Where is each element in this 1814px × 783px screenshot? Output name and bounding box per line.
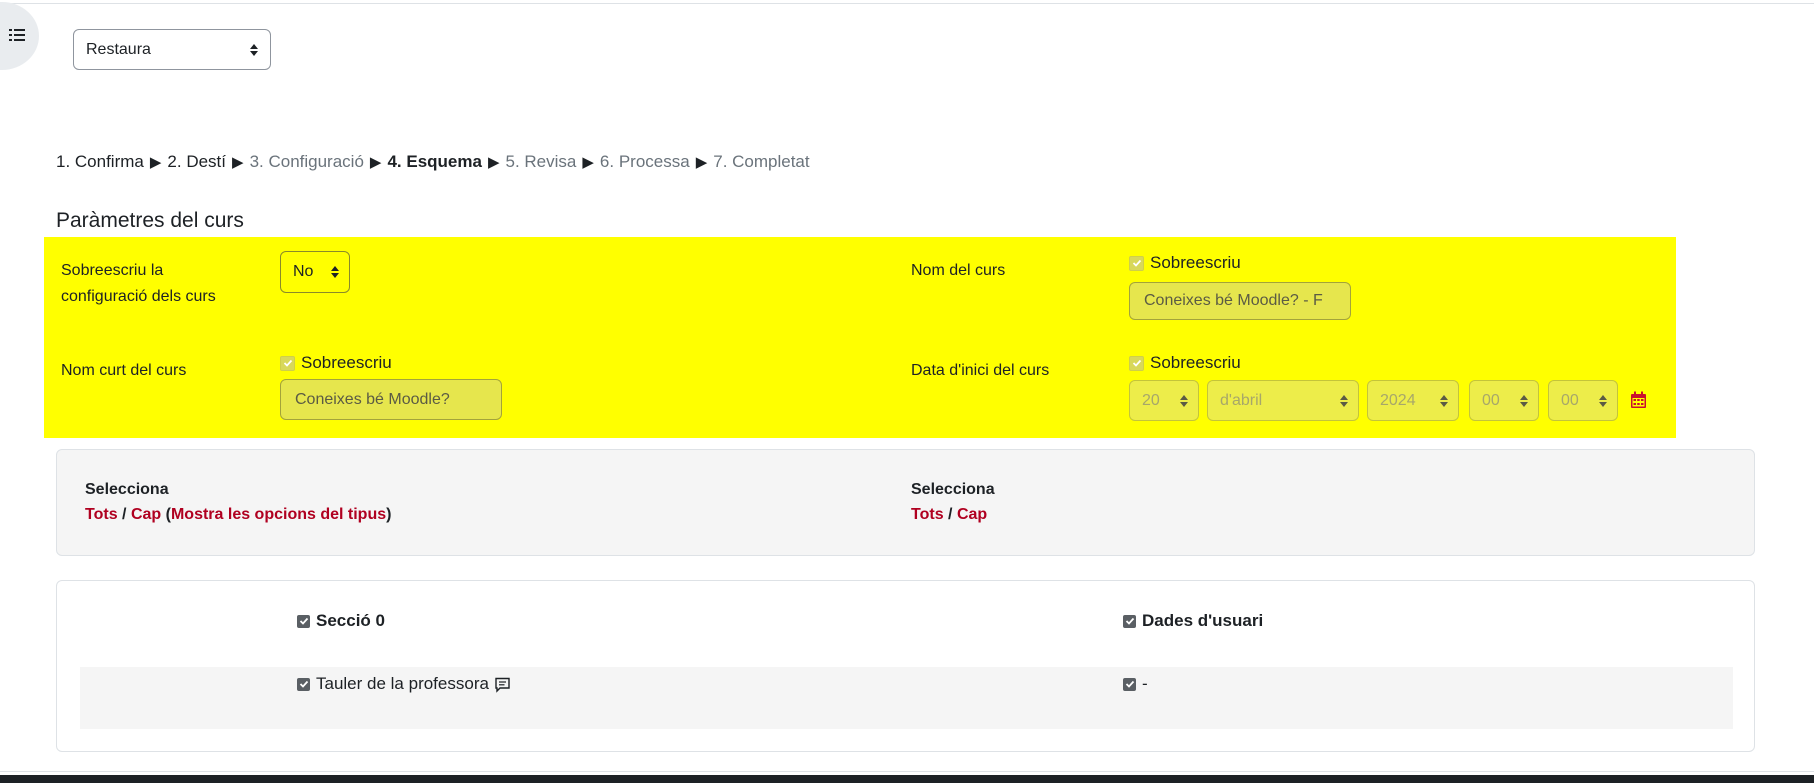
step-5: 5. Revisa [505,152,577,171]
start-month-select[interactable]: d'abril [1207,380,1359,421]
step-2: 2. Destí [167,152,227,171]
sort-caret-icon [1440,394,1448,407]
start-year-value: 2024 [1380,391,1416,409]
bottom-divider [0,771,1814,772]
step-3: 3. Configuració [249,152,364,171]
separator: / [948,506,953,523]
start-day-select[interactable]: 20 [1129,380,1199,421]
list-icon [9,26,25,47]
select-options-panel [56,449,1755,556]
start-date-overwrite-label: Sobreescriu [1150,353,1241,372]
start-hour-select[interactable]: 00 [1469,380,1539,421]
step-arrow-icon: ▶ [582,154,594,171]
forum-comment-icon [494,676,511,693]
course-index-toggle-button[interactable] [0,2,39,70]
start-minute-value: 00 [1561,391,1579,409]
overwrite-config-value: No [293,263,314,280]
course-settings-title: Paràmetres del curs [56,209,244,232]
step-4: 4. Esquema [387,152,482,171]
step-6: 6. Processa [599,152,690,171]
section-0-user-data-checkbox[interactable]: Dades d'usuari [1123,611,1263,631]
start-month-value: d'abril [1220,391,1263,409]
separator: / [122,506,127,523]
footer-bar [0,775,1814,783]
select-links-right: Tots / Cap [911,506,987,524]
select-all-link[interactable]: Tots [85,506,118,523]
start-hour-value: 00 [1482,391,1500,409]
course-name-label: Nom del curs [911,262,1006,279]
start-day-value: 20 [1142,391,1160,409]
section-0-label: Secció 0 [316,611,385,630]
activity-checkbox[interactable]: Tauler de la professora [297,674,511,694]
select-links-left: Tots / Cap (Mostra les opcions del tipus… [85,506,391,524]
course-name-overwrite-checkbox[interactable]: Sobreescriu [1129,253,1241,273]
check-icon [1123,614,1136,628]
short-name-overwrite-checkbox[interactable]: Sobreescriu [280,353,392,373]
section-0-checkbox[interactable]: Secció 0 [297,611,385,631]
check-icon [280,355,295,371]
select-all-user-data-link[interactable]: Tots [911,506,944,523]
start-date-label: Data d'inici del curs [911,362,1050,379]
step-arrow-icon: ▶ [232,154,244,171]
check-icon [1123,677,1136,691]
sort-caret-icon [331,266,339,278]
activity-user-data-label: - [1142,674,1148,693]
short-name-overwrite-label: Sobreescriu [301,353,392,372]
select-none-user-data-link[interactable]: Cap [957,506,987,523]
step-arrow-icon: ▶ [369,154,382,171]
start-minute-select[interactable]: 00 [1548,380,1618,421]
top-divider [0,3,1814,4]
select-none-link[interactable]: Cap [131,506,161,523]
overwrite-config-label: Sobreescriu la configuració dels curs [61,262,216,305]
sort-caret-icon [250,43,258,56]
paren: ) [386,506,392,523]
activity-label: Tauler de la professora [316,674,489,693]
step-1: 1. Confirma [56,152,144,171]
activity-user-data-checkbox[interactable]: - [1123,674,1148,694]
select-heading-left: Selecciona [85,481,169,498]
restore-progress-steps: 1. Confirma ▶ 2. Destí ▶ 3. Configuració ▶ 4. … [56,152,810,172]
start-date-overwrite-checkbox[interactable]: Sobreescriu [1129,353,1241,373]
check-icon [1129,355,1144,371]
step-arrow-icon: ▶ [487,154,500,171]
sort-caret-icon [1340,394,1348,407]
check-icon [297,614,310,628]
calendar-icon[interactable] [1630,391,1647,414]
step-7: 7. Completat [713,152,810,171]
user-data-label: Dades d'usuari [1142,611,1264,630]
select-heading-right: Selecciona [911,481,995,498]
short-name-label: Nom curt del curs [61,362,187,379]
overwrite-config-select[interactable]: No [280,251,350,293]
sort-caret-icon [1599,394,1607,407]
check-icon [1129,255,1144,271]
restore-select-value: Restaura [86,40,151,58]
step-arrow-icon: ▶ [149,154,162,171]
start-year-select[interactable]: 2024 [1367,380,1459,421]
sort-caret-icon [1180,394,1188,407]
course-name-overwrite-label: Sobreescriu [1150,253,1241,272]
sort-caret-icon [1520,394,1528,407]
restore-select[interactable]: Restaura [73,29,271,70]
show-type-options-link[interactable]: Mostra les opcions del tipus [171,506,386,523]
course-name-input[interactable]: Coneixes bé Moodle? - F [1129,282,1351,320]
short-name-input[interactable]: Coneixes bé Moodle? [280,379,502,420]
check-icon [297,677,310,691]
step-arrow-icon: ▶ [695,154,708,171]
